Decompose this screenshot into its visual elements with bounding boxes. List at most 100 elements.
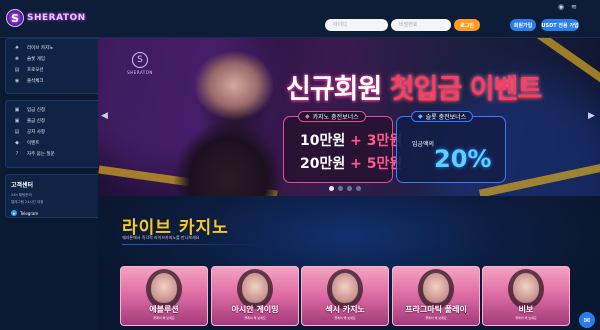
cherry-icon: ❀ <box>14 55 20 62</box>
chat-icon[interactable]: ✉ <box>579 312 595 328</box>
casino-bonus-row: 20만원 + 5만원 <box>300 153 402 173</box>
live-casino-section: 라이브 카지노 쉐라톤에서 즉각적 라이브카지노를 만나보세요 에볼루션 플레이 … <box>98 196 600 330</box>
event-icon: ◆ <box>15 139 19 146</box>
row-bonus: + 3만원 <box>350 133 403 149</box>
join-button[interactable]: 회원가입 <box>510 19 536 31</box>
sidebar-item[interactable]: ◉ 출석체크 <box>6 75 111 86</box>
slot-bonus-percent: 20% <box>434 145 492 173</box>
casino-bonus-box: ◆ 카지노 충전보너스 10만원 + 3만원 20만원 + 5만원 <box>283 111 402 183</box>
pagination-dot[interactable] <box>356 186 361 191</box>
customer-center-panel: 고객센터 24h 채팅문의 텔레그램 24시간 대응 ➤ Telegram <box>5 174 112 218</box>
game-card-cta: 플레이 해 보세요 <box>244 316 266 320</box>
casino-bonus-row: 10만원 + 3만원 <box>300 130 402 150</box>
withdraw-icon: ▣ <box>14 117 20 124</box>
pagination-dot[interactable] <box>338 186 343 191</box>
banner-next-arrow-icon[interactable]: ▶ <box>588 111 595 121</box>
globe-icon[interactable]: ◉ <box>558 3 564 11</box>
sidebar-item-label: 슬롯 게임 <box>27 56 45 62</box>
dealer-image <box>513 273 539 303</box>
sidebar-item-label: 공지 사항 <box>27 129 45 135</box>
logo-emblem-icon: S <box>6 9 24 27</box>
sidebar-item[interactable]: ▤ 프로모션 <box>6 64 111 75</box>
diamond-icon: ◆ <box>305 113 310 120</box>
banner-pagination <box>329 186 361 191</box>
banner-model-image <box>168 38 288 196</box>
sidebar-item-label: 입금 신청 <box>27 107 45 113</box>
slot-bonus-label: 입금액의 <box>412 141 435 148</box>
game-card-title: 에볼루션 <box>149 305 179 314</box>
slot-bonus-title: ◆ 슬롯 충전보너스 <box>411 111 474 122</box>
row-base: 20만원 <box>300 156 346 172</box>
casino-bonus-title: ◆ 카지노 충전보너스 <box>298 111 366 122</box>
password-input[interactable] <box>391 19 451 31</box>
site-logo[interactable]: S SHERATON <box>6 6 90 30</box>
telegram-label: Telegram <box>20 210 39 216</box>
row-base: 10만원 <box>300 133 346 149</box>
sidebar: ♠ 라이브 카지노 ❀ 슬롯 게임 ▤ 프로모션 ◉ 출석체크 ▣ 입금 신청 ▣ 출금 신청 ▤ 공지… <box>5 38 112 224</box>
slot-bonus-box: ◆ 슬롯 충전보너스 입금액의 20% <box>396 111 506 183</box>
headline-red: 첫입금 이벤트 <box>389 74 542 105</box>
deposit-icon: ▣ <box>14 106 20 113</box>
customer-center-title: 고객센터 <box>11 182 34 189</box>
game-card-cta: 플레이 해 보세요 <box>425 316 447 320</box>
sidebar-item[interactable]: ◆ 이벤트 <box>6 137 111 148</box>
pagination-dot[interactable] <box>347 186 352 191</box>
username-input[interactable] <box>325 19 388 31</box>
banner-prev-arrow-icon[interactable]: ◀ <box>101 111 108 121</box>
faq-icon: ? <box>15 150 19 157</box>
section-subtitle: 쉐라톤에서 즉각적 라이브카지노를 만나보세요 <box>122 235 200 240</box>
logo-text: SHERATON <box>27 13 86 23</box>
brand-emblem-icon: S <box>132 52 148 68</box>
banner-headline: 신규회원 첫입금 이벤트 <box>286 67 542 106</box>
spade-icon: ♠ <box>14 44 20 51</box>
banner-brand-badge: S SHERATON <box>120 52 160 96</box>
game-card-title: 아시안 게이밍 <box>231 305 279 314</box>
banner-brand-text: SHERATON <box>127 70 153 75</box>
game-card-cta: 플레이 해 보세요 <box>153 316 175 320</box>
game-card[interactable]: 비보플레이 해 보세요 <box>482 266 570 326</box>
game-card[interactable]: 프라그마틱 플레이플레이 해 보세요 <box>392 266 480 326</box>
login-button[interactable]: 로그인 <box>454 19 480 31</box>
game-card[interactable]: 섹시 카지노 플레이 해 보세요 <box>301 266 389 326</box>
signal-icon[interactable]: ≋ <box>571 3 577 11</box>
sidebar-item-label: 자주 묻는 질문 <box>27 151 55 157</box>
game-card-cta: 플레이 해 보세요 <box>515 316 537 320</box>
dealer-image <box>332 273 358 303</box>
game-card[interactable]: 에볼루션플레이 해 보세요 <box>120 266 208 326</box>
sidebar-item-label: 출석체크 <box>27 78 44 84</box>
sidebar-item[interactable]: ▤ 공지 사항 <box>6 126 111 137</box>
telegram-icon: ➤ <box>11 210 17 216</box>
slot-bonus-title-text: 슬롯 충전보너스 <box>425 114 467 121</box>
sidebar-item[interactable]: ? 자주 묻는 질문 <box>6 148 111 159</box>
support-line-2: 텔레그램 24시간 대응 <box>11 200 44 204</box>
sidebar-item[interactable]: ❀ 슬롯 게임 <box>6 53 111 64</box>
game-card-title: 비보 <box>518 305 534 314</box>
casino-bonus-title-text: 카지노 충전보너스 <box>312 114 359 121</box>
headline-white: 신규회원 <box>286 74 382 105</box>
sidebar-games-panel: ♠ 라이브 카지노 ❀ 슬롯 게임 ▤ 프로모션 ◉ 출석체크 <box>5 38 112 94</box>
sidebar-item[interactable]: ▣ 출금 신청 <box>6 115 111 126</box>
sidebar-item[interactable]: ♠ 라이브 카지노 <box>6 42 111 53</box>
top-bar: S SHERATON ◉ ≋ 로그인 회원가입 USDT 전용 가입 <box>0 0 600 38</box>
sidebar-item[interactable]: ▣ 입금 신청 <box>6 104 111 115</box>
sidebar-account-panel: ▣ 입금 신청 ▣ 출금 신청 ▤ 공지 사항 ◆ 이벤트? 자주 묻는 질문 <box>5 100 112 168</box>
ticket-icon: ▤ <box>14 66 20 73</box>
telegram-link[interactable]: ➤ Telegram <box>11 210 106 216</box>
usdt-join-button[interactable]: USDT 전용 가입 <box>541 19 579 31</box>
row-bonus: + 5만원 <box>350 156 403 172</box>
game-card-cta: 플레이 해 보세요 <box>334 316 356 320</box>
promo-banner[interactable]: S SHERATON 신규회원 첫입금 이벤트 ◆ 카지노 충전보너스 10만원… <box>98 38 600 196</box>
sidebar-item-label: 프로모션 <box>27 67 44 73</box>
dealer-image <box>423 273 449 303</box>
support-line-1: 24h 채팅문의 <box>11 193 32 197</box>
sidebar-item-label: 출금 신청 <box>27 118 45 124</box>
coin-icon: ◉ <box>14 77 20 84</box>
sidebar-item-label: 이벤트 <box>27 140 40 146</box>
notice-icon: ▤ <box>14 128 20 135</box>
diamond-icon: ◆ <box>418 113 423 120</box>
game-card-title: 프라그마틱 플레이 <box>405 305 467 314</box>
game-card[interactable]: 아시안 게이밍플레이 해 보세요 <box>211 266 299 326</box>
pagination-dot[interactable] <box>329 186 334 191</box>
dealer-image <box>151 273 177 303</box>
dealer-image <box>242 273 268 303</box>
